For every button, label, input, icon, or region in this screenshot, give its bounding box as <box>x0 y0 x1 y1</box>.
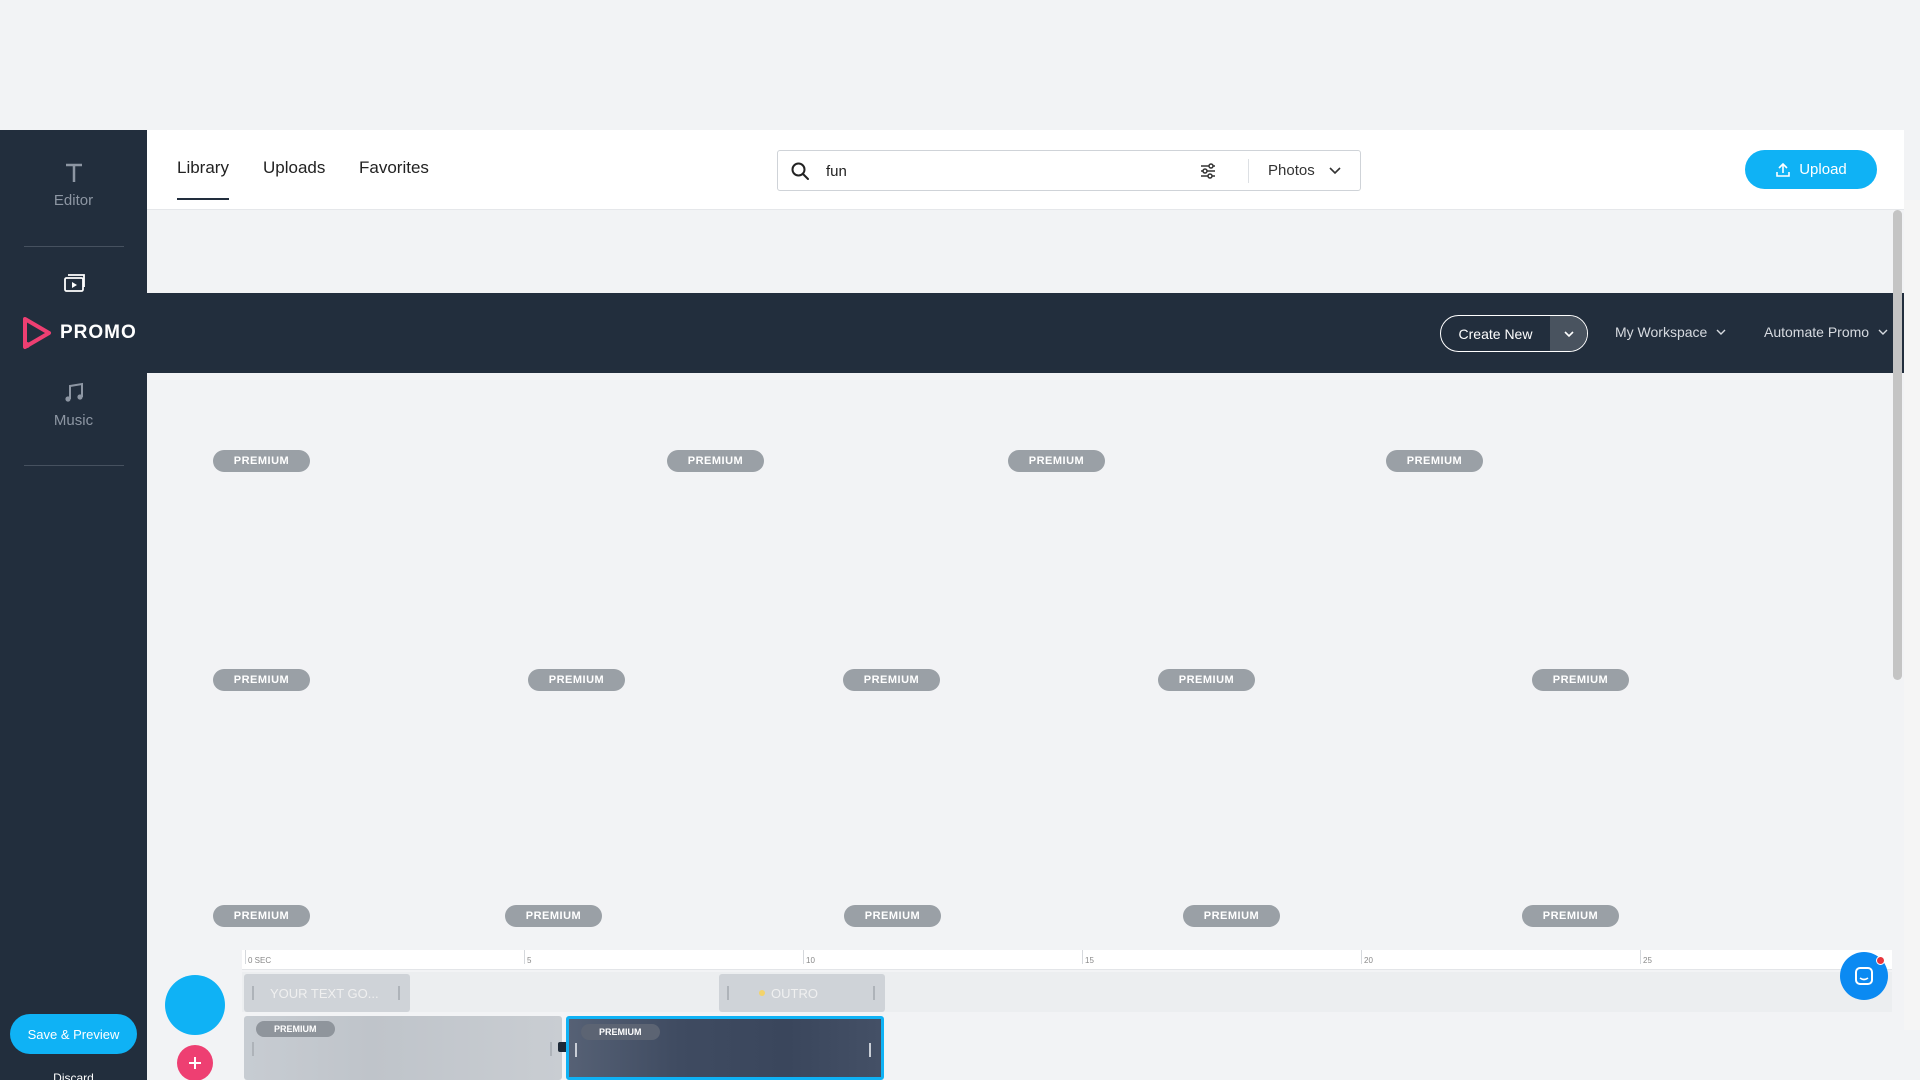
promo-logo-icon <box>23 317 51 349</box>
clip-handle-right[interactable] <box>873 986 875 1000</box>
outro-clip[interactable]: OUTRO <box>719 974 885 1012</box>
timeline-tick: 10 <box>803 950 815 965</box>
sidebar-divider <box>24 246 124 247</box>
sidebar-item-label: Music <box>53 412 94 429</box>
timeline-tick: 0 SEC <box>244 950 272 965</box>
play-button[interactable] <box>165 975 225 1035</box>
create-new-button[interactable]: Create New <box>1440 315 1588 352</box>
clip-handle-left[interactable] <box>575 1043 577 1057</box>
clip-handle-left[interactable] <box>727 986 729 1000</box>
premium-badge[interactable]: PREMIUM <box>528 669 625 691</box>
text-clip-label: YOUR TEXT GO... <box>270 985 379 1001</box>
app-header: PROMO Create New My Workspace Automate P… <box>0 293 1904 373</box>
outro-clip-label: OUTRO <box>771 985 818 1001</box>
top-band <box>0 0 1920 130</box>
chevron-down-icon <box>1716 329 1726 335</box>
premium-badge[interactable]: PREMIUM <box>1522 905 1619 927</box>
media-clip[interactable]: PREMIUM <box>244 1016 562 1080</box>
premium-badge[interactable]: PREMIUM <box>1008 450 1105 472</box>
filter-sliders-icon[interactable] <box>1198 161 1218 181</box>
tab-favorites[interactable]: Favorites <box>359 158 429 178</box>
automate-promo-label: Automate Promo <box>1764 324 1870 340</box>
upload-icon <box>1776 162 1791 177</box>
notification-dot <box>1876 956 1885 965</box>
sidebar-item-label: Editor <box>53 192 94 209</box>
premium-badge[interactable]: PREMIUM <box>667 450 764 472</box>
left-sidebar: Editor Music Save & Preview Discard <box>0 130 147 1080</box>
plus-icon <box>189 1057 201 1069</box>
create-new-dropdown[interactable] <box>1550 316 1587 351</box>
search-input[interactable] <box>826 160 1126 182</box>
media-clip-selected[interactable]: PREMIUM <box>566 1016 884 1080</box>
add-scene-button[interactable] <box>177 1045 213 1080</box>
clip-handle-right[interactable] <box>869 1043 871 1057</box>
upload-button[interactable]: Upload <box>1745 150 1877 189</box>
premium-badge[interactable]: PREMIUM <box>1386 450 1483 472</box>
search-icon <box>791 162 809 180</box>
scrollbar-track[interactable] <box>1904 200 1920 1030</box>
clip-handle-left[interactable] <box>252 986 254 1000</box>
premium-badge[interactable]: PREMIUM <box>213 669 310 691</box>
timeline-tick: 5 <box>523 950 532 965</box>
premium-badge[interactable]: PREMIUM <box>505 905 602 927</box>
search-bar: Photos <box>777 150 1361 191</box>
text-track <box>242 972 1892 1012</box>
promo-logo[interactable]: PROMO <box>22 316 137 350</box>
media-type-select[interactable]: Photos <box>1268 162 1315 179</box>
save-preview-button[interactable]: Save & Preview <box>10 1014 137 1054</box>
chevron-down-icon[interactable] <box>1328 164 1342 178</box>
premium-badge[interactable]: PREMIUM <box>1158 669 1255 691</box>
my-workspace-label: My Workspace <box>1615 324 1708 340</box>
timeline: 0 SEC 5 10 15 20 25 YOUR TEXT GO... OUTR… <box>147 950 1904 1080</box>
tab-uploads[interactable]: Uploads <box>263 158 325 178</box>
sidebar-item-editor[interactable]: Editor <box>0 160 147 209</box>
music-icon <box>64 382 83 402</box>
tab-library[interactable]: Library <box>177 158 229 200</box>
clip-handle-right[interactable] <box>398 986 400 1000</box>
premium-badge: PREMIUM <box>256 1021 335 1037</box>
chat-icon <box>1855 967 1873 985</box>
upload-button-label: Upload <box>1799 161 1847 178</box>
scrollbar-thumb[interactable] <box>1893 210 1902 680</box>
premium-badge[interactable]: PREMIUM <box>213 905 310 927</box>
search-divider <box>1248 159 1249 183</box>
premium-badge[interactable]: PREMIUM <box>1183 905 1280 927</box>
chevron-down-icon <box>1563 330 1574 337</box>
sidebar-divider <box>24 465 124 466</box>
library-header: Library Uploads Favorites Photos Upload <box>147 130 1904 210</box>
sidebar-item-music[interactable]: Music <box>0 380 147 429</box>
my-workspace-menu[interactable]: My Workspace <box>1615 324 1727 340</box>
timeline-tick: 20 <box>1361 950 1373 965</box>
text-icon <box>65 163 82 182</box>
discard-link[interactable]: Discard <box>0 1071 147 1080</box>
premium-badge[interactable]: PREMIUM <box>843 669 940 691</box>
outro-dot <box>759 990 765 996</box>
timeline-ruler[interactable]: 0 SEC 5 10 15 20 25 <box>242 950 1892 970</box>
premium-badge[interactable]: PREMIUM <box>1532 669 1629 691</box>
create-new-label[interactable]: Create New <box>1441 316 1550 351</box>
clip-handle-right[interactable] <box>550 1042 552 1056</box>
timeline-tick: 25 <box>1640 950 1652 965</box>
clip-handle-left[interactable] <box>252 1042 254 1056</box>
automate-promo-menu[interactable]: Automate Promo <box>1764 324 1889 340</box>
logo-text: PROMO <box>60 322 137 343</box>
premium-badge[interactable]: PREMIUM <box>213 450 310 472</box>
text-clip[interactable]: YOUR TEXT GO... <box>244 974 410 1012</box>
premium-badge: PREMIUM <box>581 1024 660 1040</box>
timeline-tick: 15 <box>1082 950 1094 965</box>
premium-badge[interactable]: PREMIUM <box>844 905 941 927</box>
chevron-down-icon <box>1878 329 1888 335</box>
